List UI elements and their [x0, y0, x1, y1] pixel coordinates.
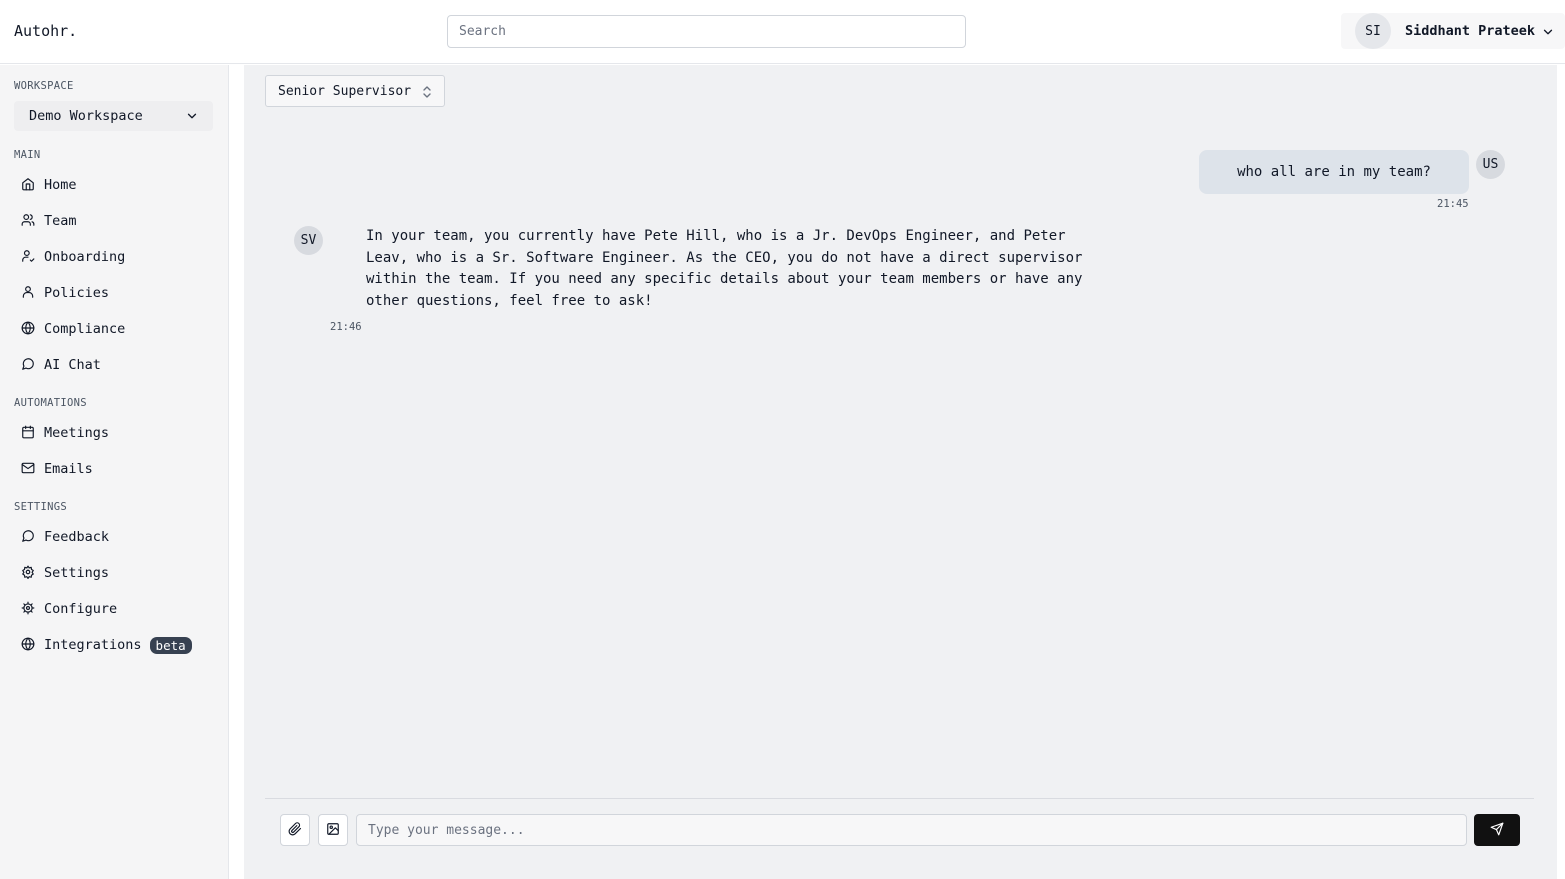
sidebar-item-onboarding[interactable]: Onboarding: [14, 242, 213, 272]
chevron-down-icon: [185, 109, 199, 127]
section-label-workspace: WORKSPACE: [14, 80, 74, 92]
sidebar-item-label: AI Chat: [44, 357, 101, 373]
send-icon: [1490, 821, 1504, 840]
sidebar-item-emails[interactable]: Emails: [14, 454, 213, 484]
role-select-value: Senior Supervisor: [278, 83, 412, 99]
attach-button[interactable]: [280, 814, 310, 846]
chat-panel: Senior Supervisor who all are in my team…: [244, 65, 1557, 879]
message-circle-icon: [21, 357, 37, 373]
cog-icon: [21, 601, 37, 617]
users-icon: [21, 213, 37, 229]
sidebar-item-label: Meetings: [44, 425, 110, 441]
gear-icon: [21, 565, 37, 581]
message-circle-icon: [21, 529, 37, 545]
user-icon: [21, 285, 37, 301]
workspace-select-value: Demo Workspace: [29, 108, 143, 124]
user-message-time: 21:45: [1437, 198, 1469, 210]
user-message-bubble: who all are in my team?: [1199, 150, 1469, 194]
sidebar-item-team[interactable]: Team: [14, 206, 213, 236]
sidebar-item-integrations[interactable]: Integrations beta: [14, 630, 213, 660]
sidebar-item-home[interactable]: Home: [14, 170, 213, 200]
sidebar-item-compliance[interactable]: Compliance: [14, 314, 213, 344]
image-icon: [326, 821, 340, 840]
user-menu[interactable]: SI Siddhant Prateek: [1341, 13, 1565, 49]
mail-icon: [21, 461, 37, 477]
sidebar-item-label: Home: [44, 177, 77, 193]
brand-logo[interactable]: Autohr.: [14, 22, 77, 40]
sidebar-item-feedback[interactable]: Feedback: [14, 522, 213, 552]
sidebar-item-label: Settings: [44, 565, 110, 581]
composer-divider: [265, 798, 1534, 799]
home-icon: [21, 177, 37, 193]
calendar-icon: [21, 425, 37, 441]
sidebar-item-label: Integrations: [44, 637, 142, 653]
send-button[interactable]: [1474, 814, 1520, 846]
sidebar-item-settings[interactable]: Settings: [14, 558, 213, 588]
sidebar-item-ai-chat[interactable]: AI Chat: [14, 350, 213, 380]
top-bar: Autohr. SI Siddhant Prateek: [0, 0, 1565, 64]
sidebar-item-label: Onboarding: [44, 249, 126, 265]
user-avatar: SI: [1355, 13, 1391, 49]
image-upload-button[interactable]: [318, 814, 348, 846]
chevron-up-down-icon: [422, 85, 432, 103]
search-input[interactable]: [447, 15, 966, 48]
globe-icon: [21, 637, 37, 653]
section-label-main: MAIN: [14, 149, 41, 161]
section-label-automations: AUTOMATIONS: [14, 397, 87, 409]
sidebar-item-label: Feedback: [44, 529, 110, 545]
chevron-down-icon: [1541, 24, 1555, 43]
sidebar-item-label: Configure: [44, 601, 118, 617]
bot-message-avatar: SV: [294, 226, 323, 255]
beta-badge: beta: [149, 636, 192, 654]
sidebar-item-label: Compliance: [44, 321, 126, 337]
sidebar: WORKSPACE Demo Workspace MAIN Home Team …: [0, 65, 229, 879]
paperclip-icon: [288, 821, 302, 840]
sidebar-item-label: Emails: [44, 461, 93, 477]
sidebar-item-label: Team: [44, 213, 77, 229]
user-message-avatar: US: [1476, 150, 1505, 179]
user-check-icon: [21, 249, 37, 265]
globe-icon: [21, 321, 37, 337]
message-input[interactable]: [356, 814, 1467, 846]
workspace-select[interactable]: Demo Workspace: [14, 101, 213, 131]
bot-message-time: 21:46: [330, 321, 362, 333]
role-select[interactable]: Senior Supervisor: [265, 75, 445, 107]
sidebar-item-configure[interactable]: Configure: [14, 594, 213, 624]
section-label-settings: SETTINGS: [14, 501, 67, 513]
sidebar-item-label: Policies: [44, 285, 110, 301]
bot-message-text: In your team, you currently have Pete Hi…: [366, 228, 1083, 310]
user-name: Siddhant Prateek: [1405, 23, 1536, 39]
sidebar-item-policies[interactable]: Policies: [14, 278, 213, 308]
sidebar-item-meetings[interactable]: Meetings: [14, 418, 213, 448]
